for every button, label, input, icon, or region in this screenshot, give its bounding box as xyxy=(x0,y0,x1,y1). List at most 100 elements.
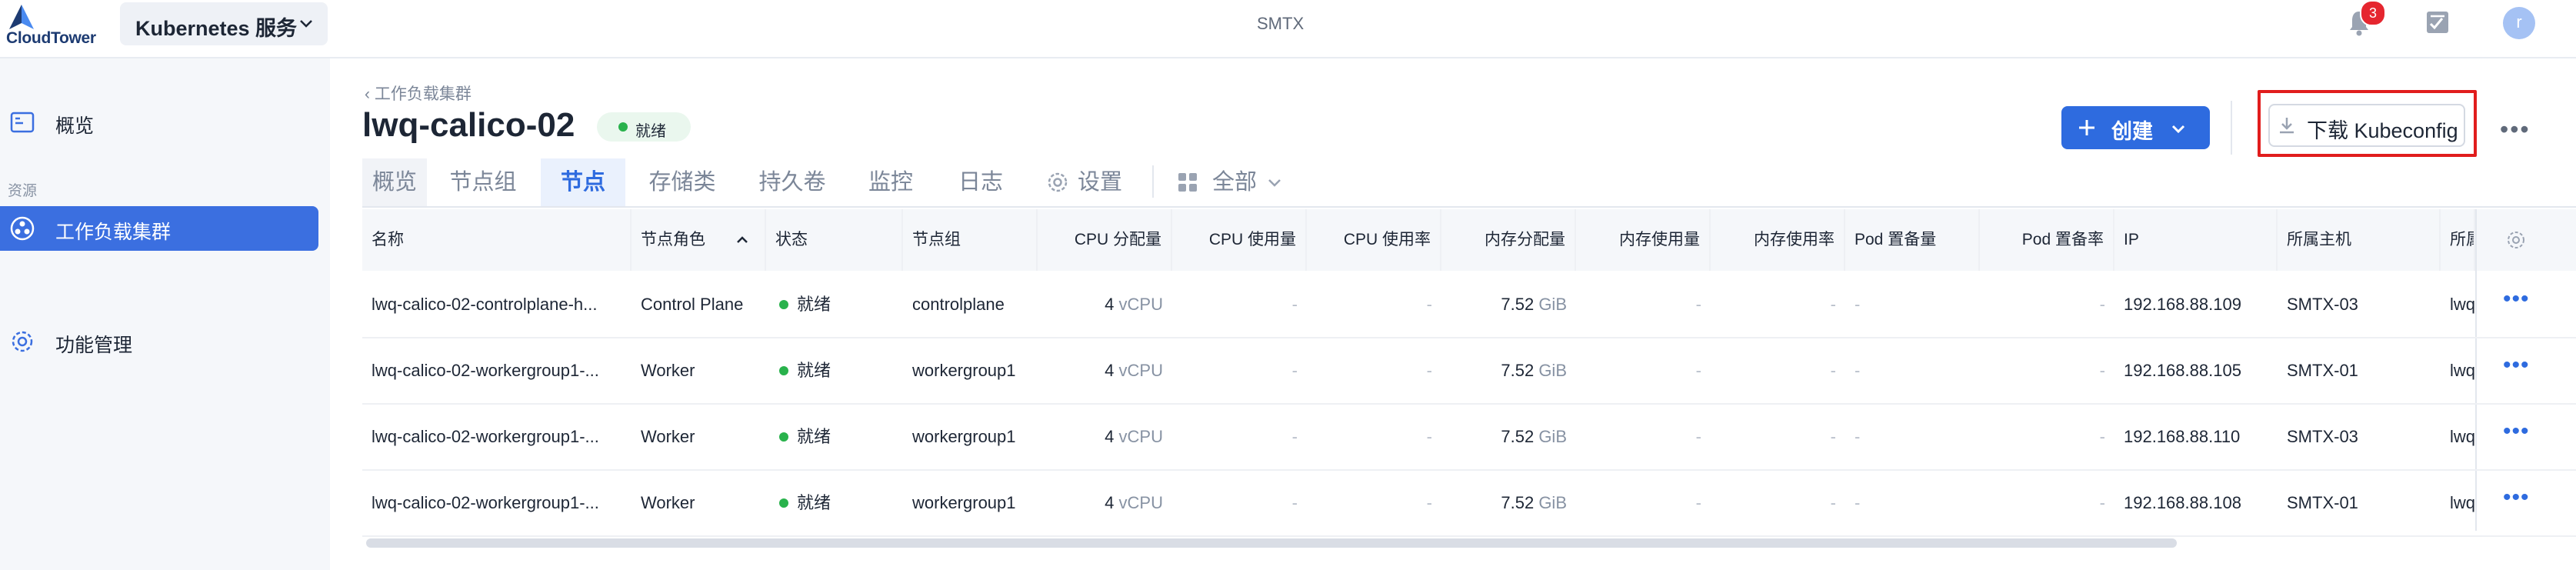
cell-value: lwq-calico-02-controlplane-h... xyxy=(372,295,598,314)
column-header-mem-alloc[interactable]: 内存分配量 xyxy=(1441,209,1576,271)
status-label: 就绪 xyxy=(797,493,831,512)
cell-value: - xyxy=(1695,295,1701,314)
cell-role: Worker xyxy=(632,471,766,535)
row-more-actions-icon[interactable]: ••• xyxy=(2503,286,2530,312)
column-header-ip[interactable]: IP xyxy=(2114,209,2278,271)
cell-name: lwq-calico-02-workergroup1-... xyxy=(362,338,632,403)
cell-mem-rate: - xyxy=(1711,471,1845,535)
status-dot-icon xyxy=(779,300,788,309)
sidebar-item-features[interactable]: 功能管理 xyxy=(0,319,330,364)
row-more-actions-icon[interactable]: ••• xyxy=(2503,485,2530,511)
cell-group: workergroup1 xyxy=(903,338,1038,403)
column-header-extra[interactable]: 所属 xyxy=(2441,209,2475,271)
tab-monitoring[interactable]: 监控 xyxy=(856,158,925,206)
cell-mem-used: - xyxy=(1576,272,1711,337)
cell-value: - xyxy=(1855,493,1861,512)
tab-nodes[interactable]: 节点 xyxy=(541,158,625,206)
cell-value: controlplane xyxy=(912,295,1005,314)
row-more-actions-icon[interactable]: ••• xyxy=(2503,418,2530,445)
cell-extra: lwq xyxy=(2441,471,2475,535)
column-header-cpu-alloc[interactable]: CPU 分配量 xyxy=(1038,209,1172,271)
cell-value: - xyxy=(1695,361,1701,380)
column-header-pod-alloc[interactable]: Pod 置备量 xyxy=(1845,209,1980,271)
tabs-divider xyxy=(1152,165,1154,198)
cell-mem-rate: - xyxy=(1711,272,1845,337)
cell-value: lwq xyxy=(2450,361,2475,380)
cell-pod-rate: - xyxy=(1980,338,2114,403)
tab-storage-classes[interactable]: 存储类 xyxy=(640,158,725,206)
cell-value: - xyxy=(2099,427,2105,446)
cell-status: 就绪 xyxy=(766,338,903,403)
cell-value: Control Plane xyxy=(641,295,744,314)
horizontal-scrollbar[interactable] xyxy=(366,538,2177,548)
cell-pod-alloc: - xyxy=(1845,405,1980,469)
column-header-cpu-rate[interactable]: CPU 使用率 xyxy=(1307,209,1441,271)
row-more-actions-icon[interactable]: ••• xyxy=(2503,352,2530,378)
tab-all-dropdown[interactable]: 全部 xyxy=(1204,158,1265,206)
column-header-mem-used[interactable]: 内存使用量 xyxy=(1576,209,1711,271)
column-settings-gear-icon[interactable] xyxy=(2505,229,2527,251)
cell-status: 就绪 xyxy=(766,272,903,337)
task-list-icon[interactable] xyxy=(2425,10,2450,35)
column-header-pod-rate[interactable]: Pod 置备率 xyxy=(1980,209,2114,271)
create-button-label: 创建 xyxy=(2111,120,2153,143)
sidebar-item-label: 概览 xyxy=(55,115,95,137)
cell-value: 192.168.88.105 xyxy=(2124,361,2241,380)
tab-logs[interactable]: 日志 xyxy=(946,158,1015,206)
cell-value: 192.168.88.108 xyxy=(2124,493,2241,512)
cell-value: - xyxy=(1426,361,1432,380)
cell-value: 192.168.88.109 xyxy=(2124,295,2241,314)
cell-host: SMTX-01 xyxy=(2278,471,2441,535)
cell-value: - xyxy=(1291,361,1298,380)
cell-value: lwq-calico-02-workergroup1-... xyxy=(372,427,599,446)
cell-pod-rate: - xyxy=(1980,471,2114,535)
breadcrumb-back-link[interactable]: ‹ 工作负载集群 xyxy=(365,82,472,105)
sidebar-item-overview[interactable]: 概览 xyxy=(0,100,330,145)
column-header-status[interactable]: 状态 xyxy=(766,209,903,271)
cell-value: 7.52 xyxy=(1501,493,1535,512)
cell-mem-used: - xyxy=(1576,338,1711,403)
cell-cpu-alloc: 4 vCPU xyxy=(1038,405,1172,469)
more-actions-icon[interactable]: ••• xyxy=(2500,115,2531,144)
header-divider xyxy=(2231,101,2232,155)
tab-overview[interactable]: 概览 xyxy=(362,158,427,206)
cell-cpu-alloc: 4 vCPU xyxy=(1038,338,1172,403)
column-header-label: 节点角色 xyxy=(641,231,705,248)
tab-node-groups[interactable]: 节点组 xyxy=(441,158,525,206)
notification-badge: 3 xyxy=(2360,0,2386,26)
dashboard-icon xyxy=(10,112,35,133)
cell-cpu-alloc: 4 vCPU xyxy=(1038,471,1172,535)
user-avatar[interactable]: r xyxy=(2503,7,2535,39)
sort-ascending-icon[interactable] xyxy=(735,232,750,248)
cell-value: - xyxy=(1830,493,1836,512)
cell-unit: vCPU xyxy=(1118,427,1163,446)
cell-value: - xyxy=(2099,361,2105,380)
cell-value: SMTX-01 xyxy=(2287,361,2358,380)
cell-role: Worker xyxy=(632,338,766,403)
tab-persistent-volumes[interactable]: 持久卷 xyxy=(750,158,835,206)
cell-group: workergroup1 xyxy=(903,471,1038,535)
cell-value: lwq xyxy=(2450,295,2475,314)
breadcrumb-label: 工作负载集群 xyxy=(374,85,472,103)
chevron-down-icon xyxy=(2171,125,2185,134)
cell-value: lwq xyxy=(2450,427,2475,446)
column-header-node-group[interactable]: 节点组 xyxy=(903,209,1038,271)
cell-host: SMTX-01 xyxy=(2278,338,2441,403)
tab-settings[interactable]: 设置 xyxy=(1069,158,1131,206)
column-header-name[interactable]: 名称 xyxy=(362,209,632,271)
section-label: 资源 xyxy=(8,183,38,199)
logo-text[interactable]: CloudTower xyxy=(6,29,96,48)
status-dot-icon xyxy=(779,498,788,508)
column-header-cpu-used[interactable]: CPU 使用量 xyxy=(1172,209,1307,271)
cell-value: 4 xyxy=(1105,295,1115,314)
grid-icon xyxy=(1178,173,1197,192)
cell-pod-rate: - xyxy=(1980,405,2114,469)
cell-value: - xyxy=(2099,493,2105,512)
cell-value: - xyxy=(1695,493,1701,512)
column-header-host[interactable]: 所属主机 xyxy=(2278,209,2441,271)
cell-ip: 192.168.88.110 xyxy=(2114,405,2278,469)
cell-value: 7.52 xyxy=(1501,427,1535,446)
cell-ip: 192.168.88.105 xyxy=(2114,338,2278,403)
column-header-mem-rate[interactable]: 内存使用率 xyxy=(1711,209,1845,271)
cell-value: - xyxy=(1855,295,1861,314)
